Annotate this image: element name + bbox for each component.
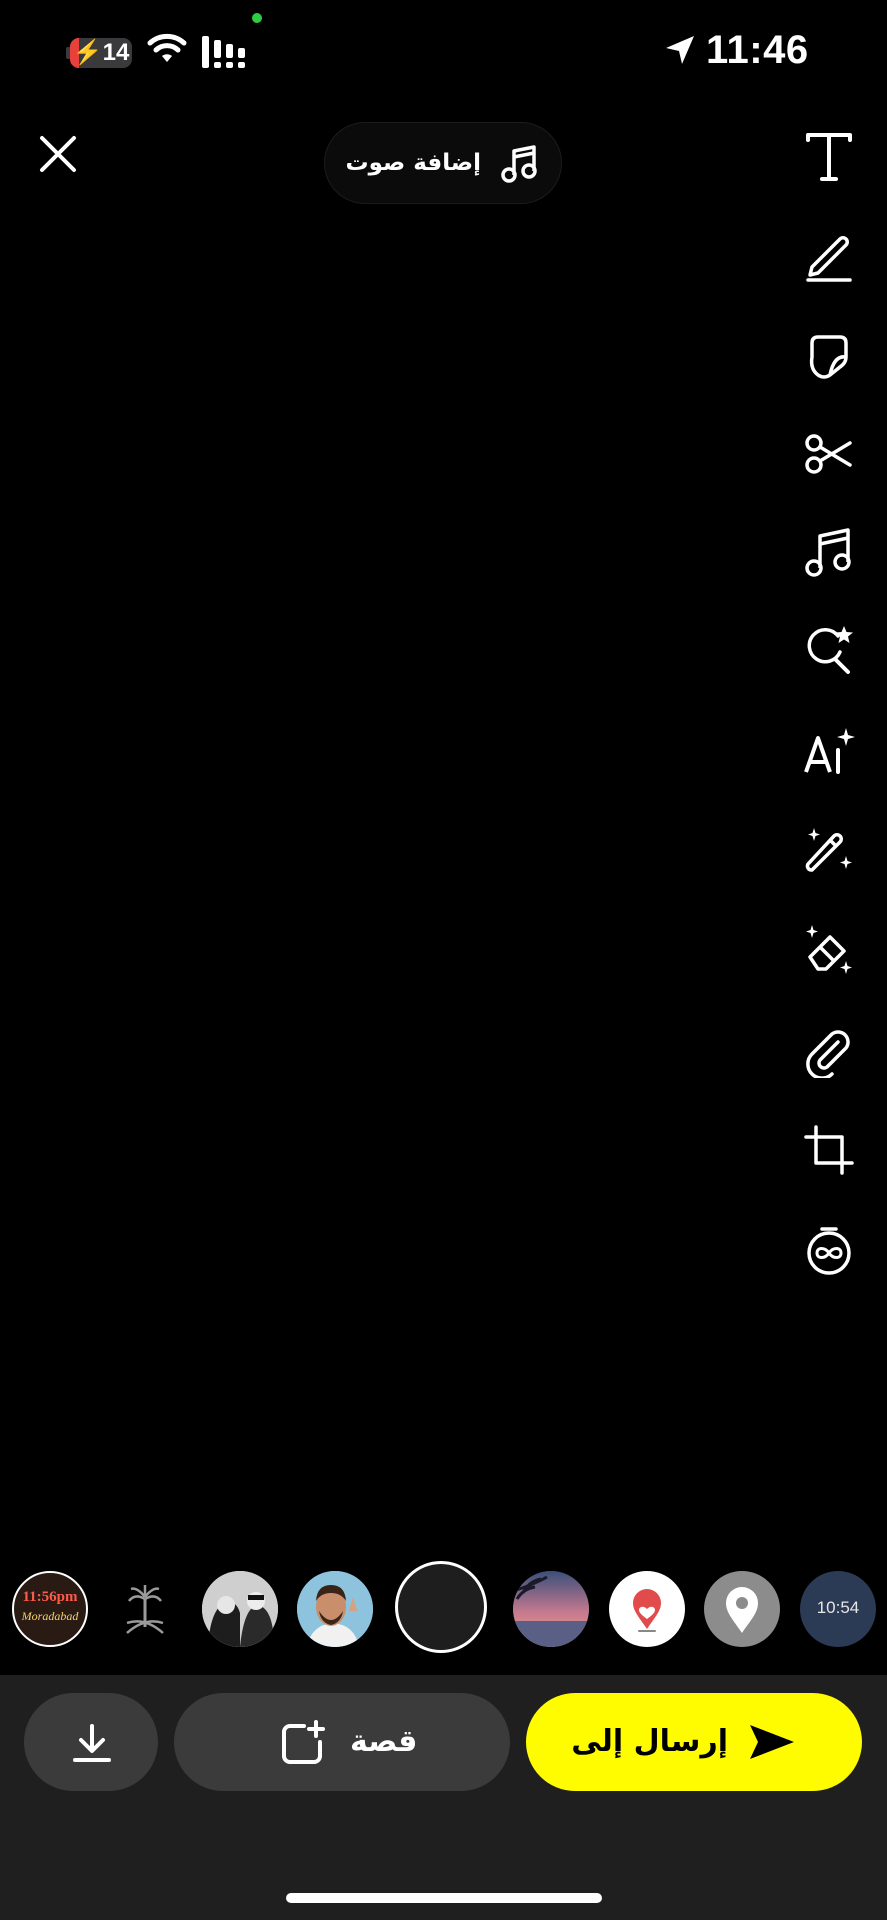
crop-icon bbox=[804, 1125, 854, 1175]
scissors-icon bbox=[805, 434, 852, 474]
palm-swords-icon bbox=[126, 1585, 164, 1634]
cellular-signal-icon bbox=[202, 36, 245, 68]
lens-time-text: 10:54 bbox=[816, 1598, 860, 1617]
status-time: 11:46 bbox=[706, 28, 809, 72]
location-arrow-icon bbox=[666, 36, 694, 64]
lens-location-pin[interactable] bbox=[704, 1571, 780, 1647]
close-icon bbox=[40, 136, 76, 172]
sticker-tool-button[interactable] bbox=[800, 327, 858, 385]
lens-saudi-emblem[interactable] bbox=[107, 1571, 183, 1647]
close-button[interactable] bbox=[36, 132, 80, 176]
search-star-icon bbox=[807, 626, 853, 674]
timer-tool-button[interactable] bbox=[800, 1221, 858, 1279]
status-bar: ⚡14 11:46 bbox=[0, 0, 887, 100]
privacy-indicator bbox=[252, 13, 262, 23]
add-sound-button[interactable]: إضافة صوت bbox=[324, 122, 562, 204]
battery-level-text: 14 bbox=[102, 39, 130, 66]
infinite-timer-icon bbox=[807, 1227, 851, 1275]
text-tool-button[interactable] bbox=[800, 127, 858, 185]
music-tool-button[interactable] bbox=[800, 524, 858, 582]
lens-search-tool-button[interactable] bbox=[800, 622, 858, 680]
send-to-label: إرسال إلى bbox=[571, 1724, 728, 1759]
send-to-button[interactable]: إرسال إلى bbox=[526, 1693, 862, 1791]
lens-couple-photo[interactable] bbox=[202, 1571, 278, 1647]
add-story-icon bbox=[282, 1720, 325, 1764]
crop-tool-button[interactable] bbox=[800, 1121, 858, 1179]
pencil-icon bbox=[806, 236, 852, 282]
location-pin-icon bbox=[726, 1587, 758, 1633]
paperclip-icon bbox=[806, 1030, 850, 1080]
music-note-icon bbox=[501, 145, 537, 183]
download-icon bbox=[73, 1724, 111, 1762]
battery-bolt-icon: ⚡ bbox=[72, 39, 103, 66]
ai-sparkle-icon bbox=[804, 728, 855, 774]
sunset-beach-thumbnail bbox=[513, 1571, 589, 1647]
draw-tool-button[interactable] bbox=[800, 227, 858, 285]
lens-heart-location[interactable] bbox=[609, 1571, 685, 1647]
lens-time-text: 11:56pm bbox=[22, 1589, 78, 1605]
add-sound-label: إضافة صوت bbox=[345, 150, 481, 176]
couple-photo-thumbnail bbox=[202, 1571, 278, 1647]
magic-wand-icon bbox=[805, 828, 852, 872]
magic-wand-tool-button[interactable] bbox=[800, 822, 858, 880]
magic-eraser-tool-button[interactable] bbox=[800, 921, 858, 979]
music-note-icon bbox=[805, 528, 851, 577]
capture-button[interactable] bbox=[395, 1561, 487, 1653]
lens-moradabad-time[interactable]: 11:56pm Moradabad bbox=[12, 1571, 88, 1647]
ai-text-tool-button[interactable] bbox=[800, 722, 858, 780]
story-button[interactable]: قصة bbox=[174, 1693, 510, 1791]
lens-man-portrait[interactable] bbox=[297, 1571, 373, 1647]
scissors-tool-button[interactable] bbox=[800, 425, 858, 483]
man-portrait-thumbnail bbox=[297, 1571, 373, 1647]
text-icon bbox=[806, 133, 852, 181]
story-label: قصة bbox=[350, 1724, 418, 1759]
lens-time[interactable]: 10:54 bbox=[800, 1571, 876, 1647]
home-indicator bbox=[286, 1893, 602, 1903]
battery-indicator: ⚡14 bbox=[70, 38, 132, 68]
magic-eraser-icon bbox=[806, 925, 852, 974]
attachment-tool-button[interactable] bbox=[800, 1020, 858, 1080]
wifi-icon bbox=[147, 33, 187, 62]
send-arrow-icon bbox=[750, 1725, 794, 1759]
battery-level: ⚡14 bbox=[70, 38, 132, 68]
save-button[interactable] bbox=[24, 1693, 158, 1791]
lens-place-text: Moradabad bbox=[21, 1609, 79, 1623]
heart-location-icon bbox=[633, 1589, 661, 1632]
lens-sunset-beach[interactable] bbox=[513, 1571, 589, 1647]
sticker-icon bbox=[809, 335, 848, 379]
